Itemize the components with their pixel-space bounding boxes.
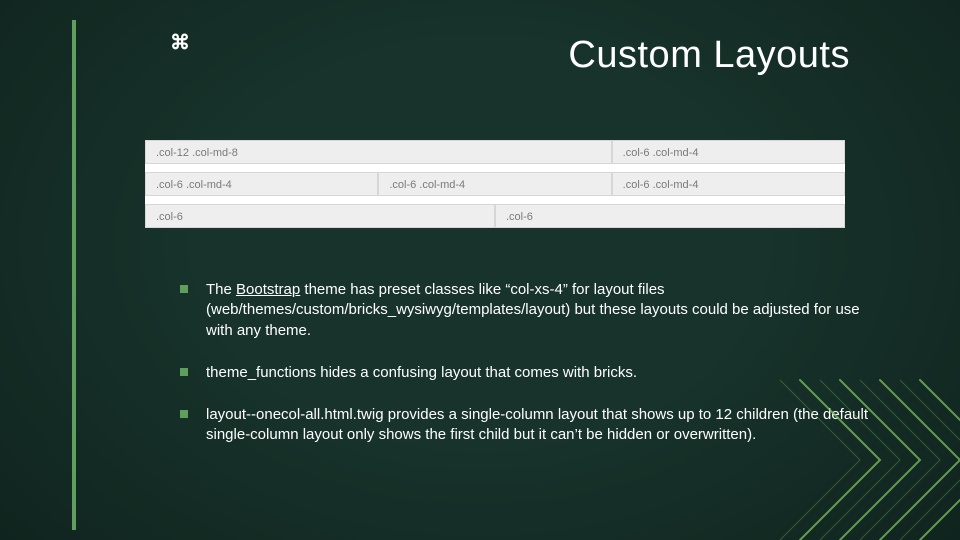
grid-row-3: .col-6 .col-6: [145, 204, 845, 228]
accent-bar: [72, 20, 76, 530]
bullet-text: theme_functions hides a confusing layout…: [206, 364, 637, 381]
bullet-item: The Bootstrap theme has preset classes l…: [180, 280, 885, 341]
grid-gap: [145, 196, 845, 204]
grid-cell: .col-6: [495, 204, 845, 228]
grid-row-1: .col-12 .col-md-8 .col-6 .col-md-4: [145, 140, 845, 164]
slide-logo-mark: ⌘: [170, 30, 190, 55]
grid-cell: .col-6 .col-md-4: [612, 140, 845, 164]
grid-cell: .col-6 .col-md-4: [378, 172, 611, 196]
grid-row-2: .col-6 .col-md-4 .col-6 .col-md-4 .col-6…: [145, 172, 845, 196]
bullet-text: theme has preset classes like “col-xs-4”…: [206, 281, 860, 339]
grid-cell: .col-6 .col-md-4: [612, 172, 845, 196]
slide: ⌘ Custom Layouts .col-12 .col-md-8 .col-…: [0, 0, 960, 540]
grid-cell: .col-6 .col-md-4: [145, 172, 378, 196]
bullet-text: layout--onecol-all.html.twig provides a …: [206, 406, 868, 443]
decorative-chevrons: [770, 350, 960, 540]
bootstrap-link[interactable]: Bootstrap: [236, 281, 300, 298]
grid-gap: [145, 164, 845, 172]
slide-title: Custom Layouts: [568, 34, 850, 77]
grid-cell: .col-12 .col-md-8: [145, 140, 612, 164]
grid-cell: .col-6: [145, 204, 495, 228]
grid-example: .col-12 .col-md-8 .col-6 .col-md-4 .col-…: [145, 140, 845, 228]
bullet-text: The: [206, 281, 236, 298]
